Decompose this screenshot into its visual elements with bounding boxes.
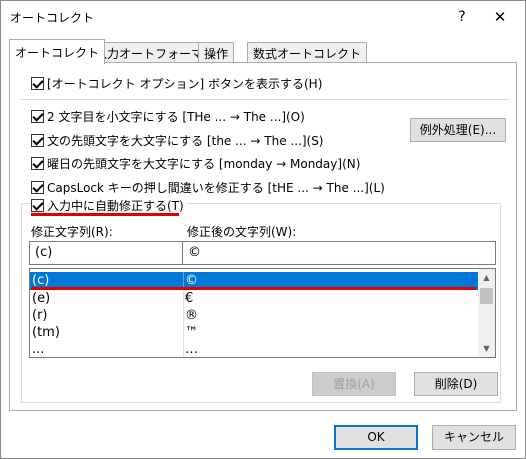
entry-to: ™ xyxy=(185,325,198,340)
list-item[interactable]: (e) € xyxy=(30,290,478,308)
column-divider xyxy=(183,324,184,342)
checkbox-label: [オートコレクト オプション] ボタンを表示する(H) xyxy=(47,77,323,91)
replace-text-as-you-type-checkbox[interactable]: 入力中に自動修正する(T) xyxy=(31,197,187,214)
replace-to-input[interactable]: © xyxy=(182,241,496,265)
checkbox-checked-icon xyxy=(31,199,44,212)
scroll-up-icon[interactable]: ▲ xyxy=(478,269,495,286)
checkbox-checked-icon xyxy=(31,157,44,170)
checkbox-checked-icon xyxy=(31,110,44,123)
scroll-thumb[interactable] xyxy=(480,288,493,304)
replace-from-input[interactable]: (c) xyxy=(29,241,183,265)
red-underline-annotation xyxy=(31,213,179,216)
checkbox-label: CapsLock キーの押し間違いを修正する [tHE ... → The ..… xyxy=(47,181,385,195)
group-border-right xyxy=(177,203,501,204)
list-item[interactable]: (tm) ™ xyxy=(30,324,478,342)
autocorrect-dialog: オートコレクト ? ✕ オートコレクト 入力オートフォーマット 操作 数式オート… xyxy=(0,0,526,459)
help-button[interactable]: ? xyxy=(447,6,477,28)
entry-from: ... xyxy=(32,342,45,357)
entry-to: ® xyxy=(185,308,198,323)
entry-from: (r) xyxy=(32,308,48,323)
replace-to-label: 修正後の文字列(W): xyxy=(187,225,297,239)
red-underline-annotation xyxy=(31,287,476,290)
capitalize-day-names-checkbox[interactable]: 曜日の先頭文字を大文字にする [monday → Monday](N) xyxy=(31,155,360,172)
separator xyxy=(21,99,509,100)
list-item[interactable]: (r) ® xyxy=(30,307,478,325)
replace-from-label: 修正文字列(R): xyxy=(31,225,113,239)
correct-two-initial-capitals-checkbox[interactable]: 2 文字目を小文字にする [THe ... → The ...](O) xyxy=(31,108,305,125)
column-divider xyxy=(183,290,184,308)
column-divider xyxy=(183,307,184,325)
scroll-down-icon[interactable]: ▼ xyxy=(478,340,495,357)
checkbox-checked-icon xyxy=(31,134,44,147)
ok-button[interactable]: OK xyxy=(334,425,418,450)
checkbox-label: 2 文字目を小文字にする [THe ... → The ...](O) xyxy=(47,110,305,124)
replace-button[interactable]: 置換(A) xyxy=(312,372,396,396)
entry-from: (e) xyxy=(32,291,51,306)
tab-actions[interactable]: 操作 xyxy=(198,42,235,63)
entry-to: … xyxy=(185,342,198,357)
column-divider xyxy=(183,341,184,357)
show-options-button-checkbox[interactable]: [オートコレクト オプション] ボタンを表示する(H) xyxy=(31,75,322,92)
entry-from: (tm) xyxy=(32,325,60,340)
exceptions-button[interactable]: 例外処理(E)... xyxy=(410,118,506,142)
checkbox-label: 入力中に自動修正する(T) xyxy=(47,199,184,213)
cancel-button[interactable]: キャンセル xyxy=(432,425,516,450)
tab-autocorrect[interactable]: オートコレクト xyxy=(9,39,106,64)
dialog-title: オートコレクト xyxy=(10,11,95,25)
title-bar: オートコレクト ? ✕ xyxy=(1,1,525,31)
checkbox-label: 文の先頭文字を大文字にする [the ... → The ...](S) xyxy=(47,134,324,148)
capitalize-first-letter-sentence-checkbox[interactable]: 文の先頭文字を大文字にする [the ... → The ...](S) xyxy=(31,132,324,149)
tab-math-autocorrect[interactable]: 数式オートコレクト xyxy=(247,42,368,63)
close-button[interactable]: ✕ xyxy=(485,6,515,28)
list-item[interactable]: ... … xyxy=(30,341,478,357)
entry-to: € xyxy=(185,291,194,306)
list-scrollbar[interactable]: ▲ ▼ xyxy=(478,269,495,357)
checkbox-label: 曜日の先頭文字を大文字にする [monday → Monday](N) xyxy=(47,157,361,171)
checkbox-checked-icon xyxy=(31,181,44,194)
checkbox-checked-icon xyxy=(31,77,44,90)
autocorrect-entries-list[interactable]: (c) © (e) € (r) ® (tm) ™ ... … ▲ ▼ xyxy=(29,268,496,358)
delete-button[interactable]: 削除(D) xyxy=(414,372,498,396)
correct-capslock-checkbox[interactable]: CapsLock キーの押し間違いを修正する [tHE ... → The ..… xyxy=(31,179,385,196)
